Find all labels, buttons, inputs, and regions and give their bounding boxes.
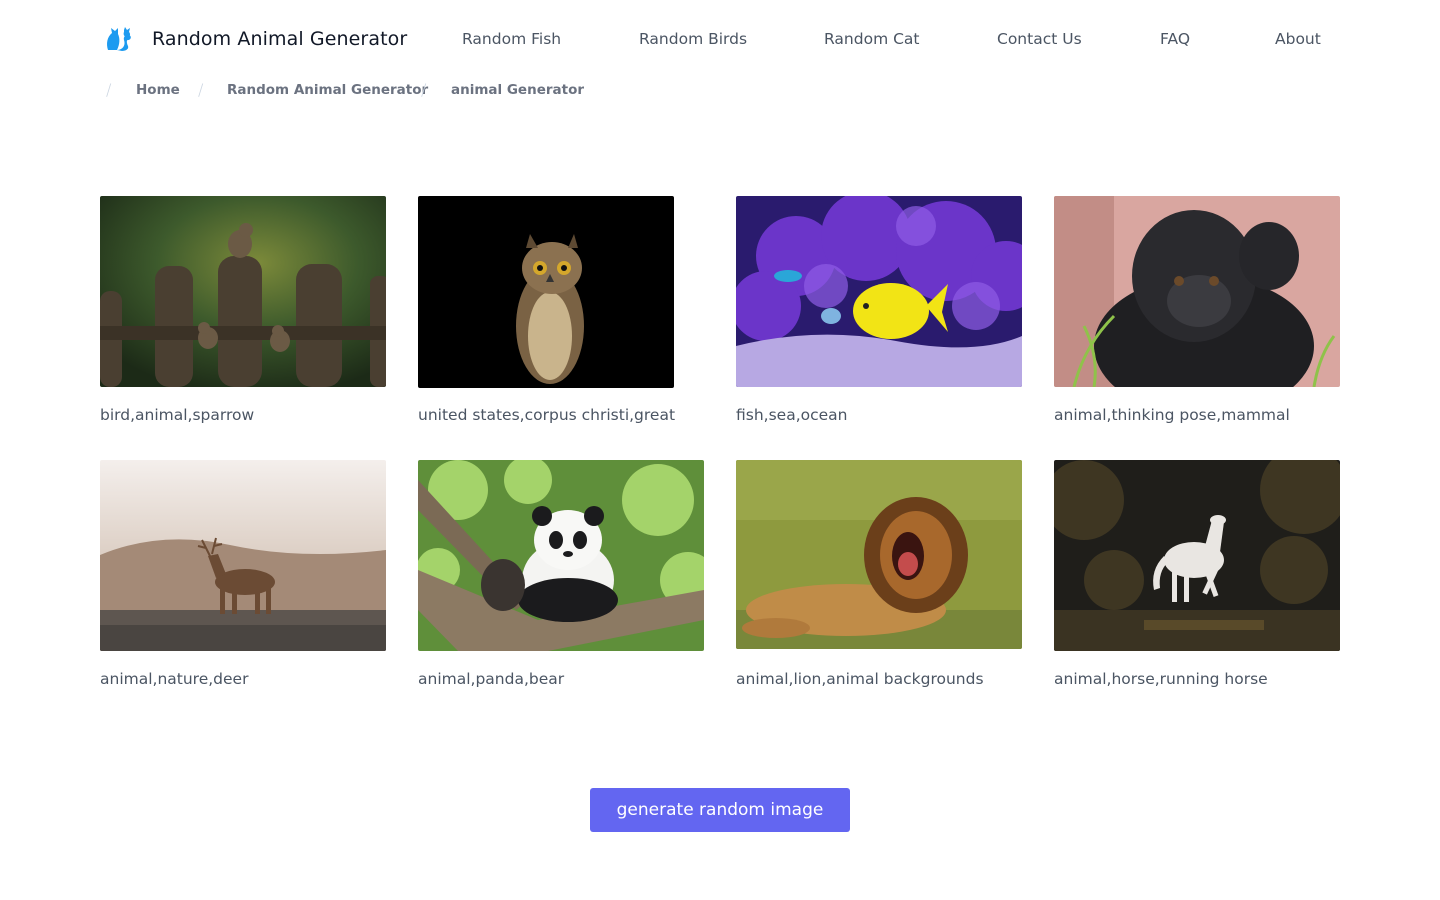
breadcrumb-current-page[interactable]: animal Generator [451, 82, 584, 98]
breadcrumb-separator: / [198, 80, 204, 99]
breadcrumb-random-animal-generator[interactable]: Random Animal Generator [227, 82, 428, 98]
cat-logo-icon [104, 24, 134, 54]
breadcrumb: / Home / Random Animal Generator / anima… [0, 78, 1440, 102]
fish-image[interactable] [736, 196, 1022, 387]
nav-faq[interactable]: FAQ [1160, 30, 1190, 48]
image-caption: animal,panda,bear [418, 670, 565, 688]
image-caption: animal,lion,animal backgrounds [736, 670, 984, 688]
gallery-card: animal,horse,running horse [1054, 460, 1340, 700]
image-caption: fish,sea,ocean [736, 406, 848, 424]
breadcrumb-separator: / [421, 80, 427, 99]
lion-image[interactable] [736, 460, 1022, 649]
breadcrumb-separator: / [106, 80, 112, 99]
nav-random-fish[interactable]: Random Fish [462, 30, 561, 48]
nav-about[interactable]: About [1275, 30, 1321, 48]
image-caption: animal,thinking pose,mammal [1054, 406, 1290, 424]
gallery-card: animal,lion,animal backgrounds [736, 460, 1022, 700]
gallery-card: fish,sea,ocean [736, 196, 1022, 436]
nav-random-cat[interactable]: Random Cat [824, 30, 920, 48]
logo-link[interactable]: Random Animal Generator [104, 24, 407, 54]
gallery-card: animal,panda,bear [418, 460, 704, 700]
owl-image[interactable] [418, 196, 674, 388]
panda-image[interactable] [418, 460, 704, 651]
image-caption: united states,corpus christi,great [418, 406, 676, 424]
gallery-card: animal,nature,deer [100, 460, 386, 700]
nav-contact-us[interactable]: Contact Us [997, 30, 1082, 48]
image-caption: bird,animal,sparrow [100, 406, 255, 424]
site-header: Random Animal Generator Random Fish Rand… [0, 0, 1440, 80]
gallery-card: bird,animal,sparrow [100, 196, 386, 436]
gallery-card: united states,corpus christi,great [418, 196, 704, 436]
breadcrumb-home[interactable]: Home [136, 82, 180, 98]
gorilla-image[interactable] [1054, 196, 1340, 387]
image-caption: animal,horse,running horse [1054, 670, 1268, 688]
gallery-card: animal,thinking pose,mammal [1054, 196, 1340, 436]
sparrow-image[interactable] [100, 196, 386, 387]
image-caption: animal,nature,deer [100, 670, 249, 688]
generate-random-image-button[interactable]: generate random image [590, 788, 850, 832]
nav-random-birds[interactable]: Random Birds [639, 30, 747, 48]
deer-image[interactable] [100, 460, 386, 651]
site-title: Random Animal Generator [152, 28, 408, 50]
horse-image[interactable] [1054, 460, 1340, 651]
